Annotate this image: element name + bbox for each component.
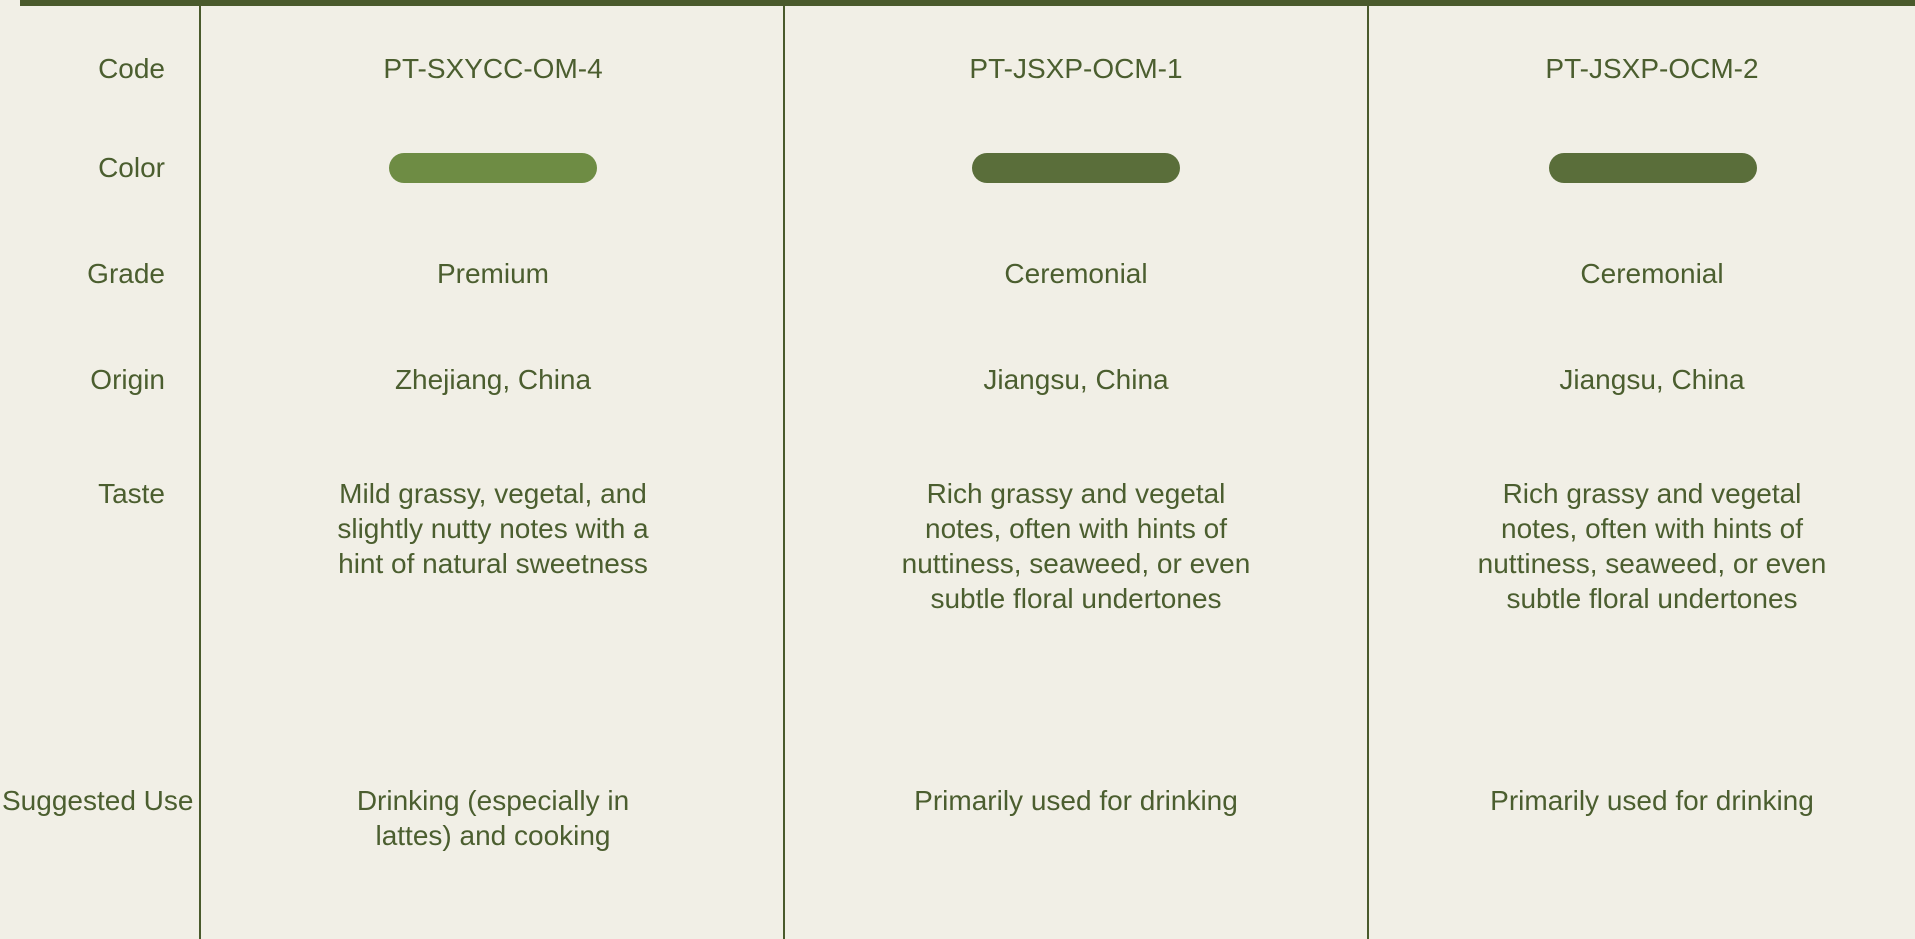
row-label-suggested-use: Suggested Use — [2, 785, 194, 816]
row-label-grade: Grade — [87, 258, 165, 289]
column-divider-2 — [1367, 6, 1369, 939]
product-origin: Jiangsu, China — [983, 364, 1169, 395]
product-taste: Rich grassy and vegetal notes, often wit… — [1477, 478, 1827, 614]
product-suggested-use: Primarily used for drinking — [914, 785, 1238, 816]
product-suggested-use: Drinking (especially in lattes) and cook… — [356, 785, 630, 851]
color-swatch — [972, 153, 1180, 183]
product-code: PT-SXYCC-OM-4 — [383, 53, 603, 84]
product-taste: Rich grassy and vegetal notes, often wit… — [901, 478, 1251, 614]
column-divider-1 — [783, 6, 785, 939]
product-grade: Ceremonial — [1004, 258, 1148, 289]
column-divider-label — [199, 6, 201, 939]
product-taste: Mild grassy, vegetal, and slightly nutty… — [337, 478, 649, 579]
row-label-code: Code — [98, 53, 165, 84]
product-code: PT-JSXP-OCM-2 — [1545, 53, 1759, 84]
top-border — [20, 0, 1915, 6]
color-swatch — [389, 153, 597, 183]
product-grade: Ceremonial — [1580, 258, 1724, 289]
color-swatch — [1549, 153, 1757, 183]
product-suggested-use: Primarily used for drinking — [1490, 785, 1814, 816]
product-code: PT-JSXP-OCM-1 — [969, 53, 1183, 84]
row-label-color: Color — [98, 152, 165, 183]
product-grade: Premium — [436, 258, 549, 289]
product-origin: Zhejiang, China — [394, 364, 592, 395]
row-label-taste: Taste — [98, 478, 165, 509]
product-origin: Jiangsu, China — [1559, 364, 1745, 395]
row-label-origin: Origin — [90, 364, 165, 395]
